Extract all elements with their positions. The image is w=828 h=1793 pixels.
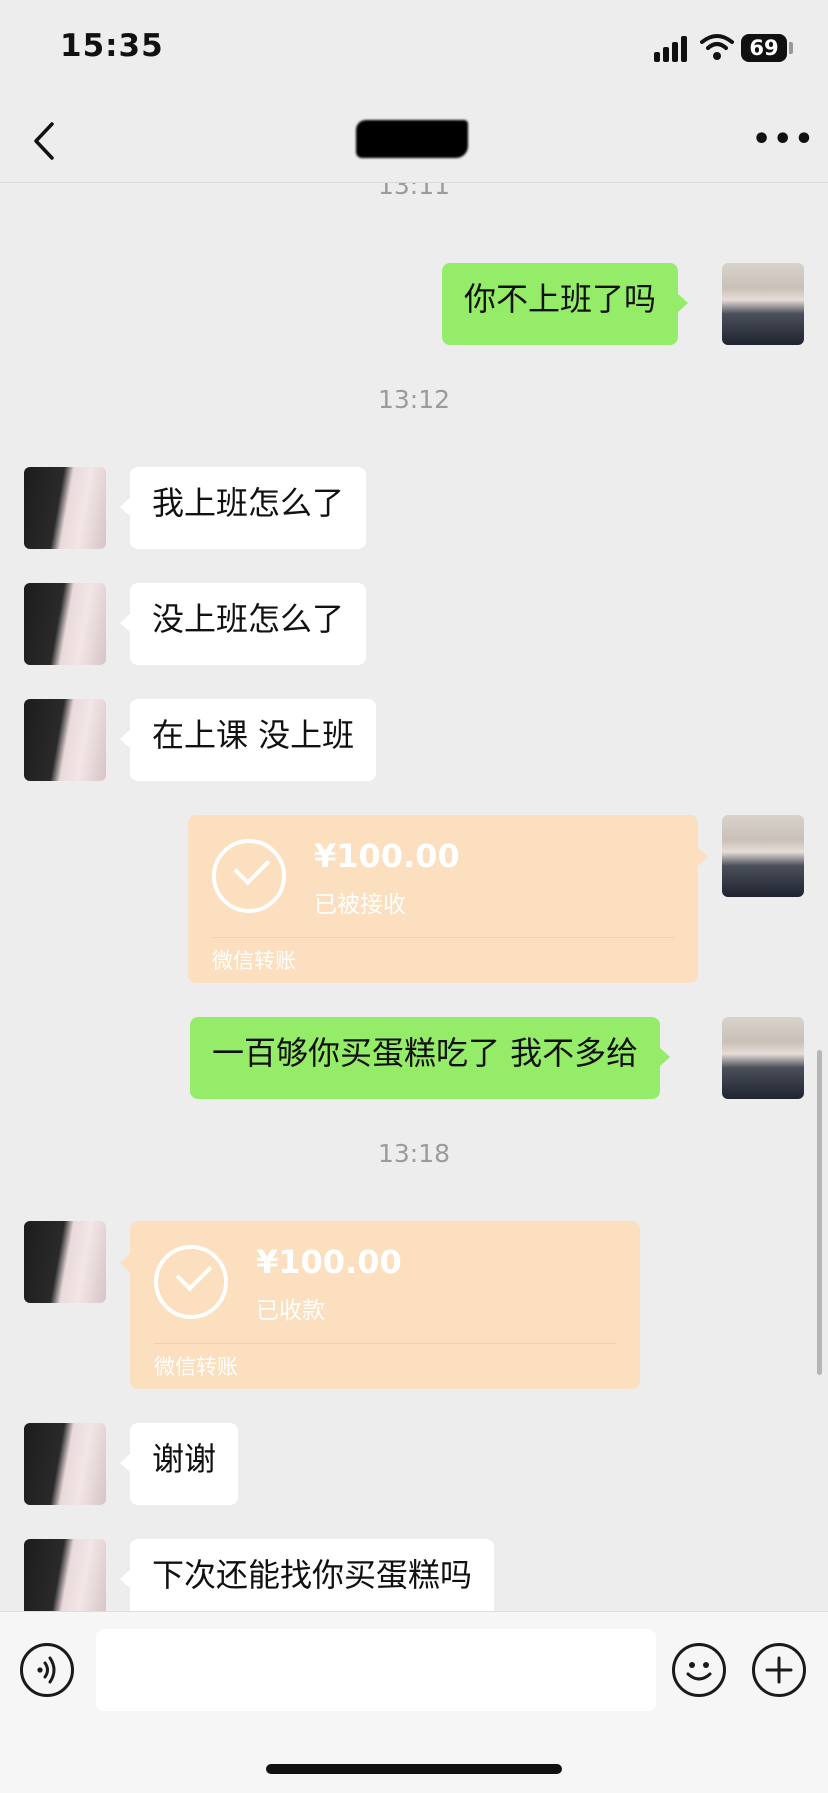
received-message[interactable]: 下次还能找你买蛋糕吗 (119, 1539, 495, 1611)
chat-header: ••• (0, 100, 828, 183)
status-time: 15:35 (60, 28, 164, 64)
sent-message[interactable]: 你不上班了吗 (442, 263, 689, 345)
message-input[interactable] (96, 1629, 656, 1711)
message-list[interactable]: 13:11 你不上班了吗 13:12 我上班怎么了 没上班怎么了 在上课 没上班… (0, 183, 828, 1611)
timestamp: 13:11 (377, 183, 451, 200)
contact-avatar[interactable] (24, 467, 106, 549)
sent-message[interactable]: 一百够你买蛋糕吃了 我不多给 (190, 1017, 671, 1099)
contact-avatar[interactable] (24, 1221, 106, 1303)
transfer-card[interactable]: ¥100.00 已被接收 微信转账 (188, 815, 708, 983)
received-message[interactable]: 没上班怎么了 (119, 583, 367, 665)
voice-icon[interactable] (20, 1643, 74, 1697)
scrollbar[interactable] (817, 1050, 822, 1375)
transfer-status: 已被接收 (314, 892, 406, 918)
battery-icon: 69 (741, 34, 787, 62)
received-message[interactable]: 在上课 没上班 (119, 699, 377, 781)
contact-avatar[interactable] (24, 1423, 106, 1505)
received-message[interactable]: 我上班怎么了 (119, 467, 367, 549)
chevron-left-icon[interactable] (26, 116, 66, 166)
home-indicator (266, 1764, 562, 1774)
check-circle-icon (212, 839, 286, 913)
my-avatar[interactable] (722, 263, 804, 345)
check-circle-icon (154, 1245, 228, 1319)
status-bar: 15:35 69 (0, 0, 828, 100)
battery-tip (789, 42, 793, 54)
ellipsis-icon[interactable]: ••• (752, 122, 814, 158)
divider (154, 1343, 616, 1344)
contact-avatar[interactable] (24, 583, 106, 665)
divider (212, 937, 674, 938)
cellular-signal-icon (654, 36, 690, 62)
transfer-card[interactable]: ¥100.00 已收款 微信转账 (120, 1221, 640, 1389)
transfer-source: 微信转账 (212, 949, 296, 973)
transfer-source: 微信转账 (154, 1355, 238, 1379)
plus-icon[interactable] (752, 1643, 806, 1697)
contact-avatar[interactable] (24, 699, 106, 781)
timestamp: 13:12 (377, 385, 451, 414)
emoji-icon[interactable] (672, 1643, 726, 1697)
redacted-contact-name (356, 120, 468, 158)
transfer-amount: ¥100.00 (314, 837, 460, 875)
transfer-status: 已收款 (256, 1298, 325, 1324)
received-message[interactable]: 谢谢 (119, 1423, 239, 1505)
timestamp: 13:18 (377, 1139, 451, 1168)
contact-avatar[interactable] (24, 1539, 106, 1611)
transfer-amount: ¥100.00 (256, 1243, 402, 1281)
wifi-icon (700, 34, 734, 60)
my-avatar[interactable] (722, 1017, 804, 1099)
my-avatar[interactable] (722, 815, 804, 897)
